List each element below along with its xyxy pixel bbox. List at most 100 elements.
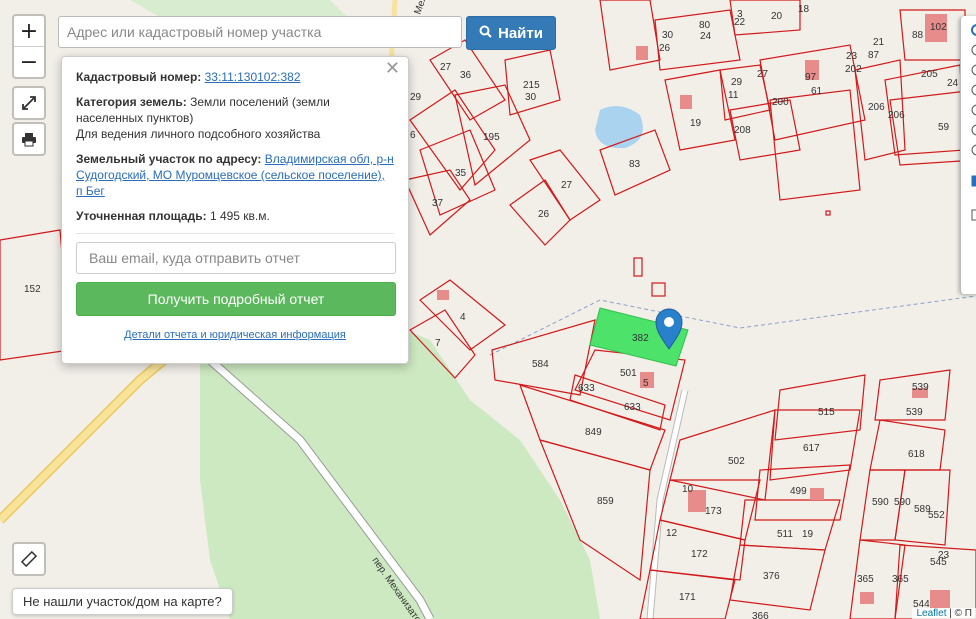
zoom-out-button[interactable]: − [14,46,44,77]
area-label: Уточненная площадь: [76,209,207,223]
zoom-control: + − [12,14,46,79]
close-icon[interactable]: ✕ [385,60,400,78]
search-button[interactable]: Найти [466,16,556,50]
parcel-number-label: 376 [763,571,780,582]
parcel-number-label: 26 [538,209,550,220]
divider [76,233,394,234]
parcel-number-label: 202 [845,64,862,75]
building [810,488,824,500]
parcel-number-label: 200 [772,97,789,108]
parcel-number-label: 19 [802,529,814,540]
parcel-number-label: 584 [532,359,549,370]
parcel-number-label: 365 [857,574,874,585]
attribution-rest: | © П [949,608,972,619]
parcel-number-label: 24 [700,31,712,42]
print-control [12,122,46,156]
category-label: Категория земель: [76,95,187,109]
cadastral-link[interactable]: 33:11:130102:382 [205,70,301,84]
layer-checkbox [971,209,976,221]
map-attribution: Leaflet | © П [912,608,976,619]
parcel-number-label: 195 [483,132,500,143]
parcel-number-label: 171 [679,592,696,603]
pond [595,106,643,149]
zoom-in-button[interactable]: + [14,16,44,46]
parcel-number-label: 365 [892,574,909,585]
parcel-number-label: 6 [410,130,416,141]
ruler-icon[interactable] [14,544,44,574]
parcel-number-label: 499 [790,486,807,497]
parcel-number-label: 173 [705,506,722,517]
parcel-number-label: 152 [24,284,41,295]
parcel-number-label: 30 [662,30,674,41]
parcel-number-label: 19 [690,118,702,129]
parcel-number-label: 87 [868,50,880,61]
email-field[interactable] [76,242,396,274]
parcel-number-label: 11 [728,90,739,101]
leaflet-link[interactable]: Leaflet [916,608,946,619]
parcel-number-label: 208 [734,125,751,136]
parcel-number-label: 26 [659,43,671,54]
parcel-number-label: 4 [460,312,466,323]
building [860,592,874,604]
layer-radio [971,144,976,156]
parcel-number-label: 539 [912,382,929,393]
search-input[interactable] [58,16,462,48]
area-value: 1 495 кв.м. [209,209,270,223]
parcel-info-popup: ✕ Кадастровый номер: 33:11:130102:382 Ка… [61,56,409,364]
parcel-number-label: 859 [597,496,614,507]
layer-radio [971,64,976,76]
area-row: Уточненная площадь: 1 495 кв.м. [76,208,394,224]
parcel-number-label: 590 [872,497,889,508]
parcel-number-label: 18 [798,4,810,15]
parcel-number-label: 21 [873,37,885,48]
parcel-number-label: 35 [455,168,467,179]
not-found-button[interactable]: Не нашли участок/дом на карте? [12,588,233,615]
address-label: Земельный участок по адресу: [76,152,262,166]
parcel-number-label: 539 [906,407,923,418]
parcel-number-label: 849 [585,427,602,438]
parcel-number-label: 83 [629,159,641,170]
usage-value: Для ведения личного подсобного хозяйства [76,127,321,141]
parcel-number-label: 10 [682,484,694,495]
parcel-number-label: 36 [460,70,472,81]
parcel-number-label: 27 [757,69,769,80]
parcel-number-label: 102 [930,22,947,33]
parcel-number-label: 23 [938,550,950,561]
ruler-control [12,542,46,576]
parcel-number-label: 20 [771,11,783,22]
parcel-number-label: 27 [440,62,452,73]
building [680,95,692,109]
parcel-number-label: 23 [846,51,858,62]
layer-checkbox [971,175,976,187]
parcel-number-label: 205 [921,69,938,80]
layer-radio [971,104,976,116]
get-report-button[interactable]: Получить подробный отчет [76,282,396,316]
parcel-number-label: 7 [435,338,441,349]
layer-radio [971,124,976,136]
parcel-number-label: 30 [525,92,537,103]
parcel-number-label: 511 [777,529,793,540]
address-row: Земельный участок по адресу: Владимирска… [76,151,394,199]
parcel-number-label: 80 [699,20,711,31]
report-details-link[interactable]: Детали отчета и юридическая информация [76,327,394,343]
search-icon [479,25,492,42]
parcel-number-label: 37 [432,198,444,209]
layer-radio [971,44,976,56]
fullscreen-icon[interactable] [14,88,44,118]
building [636,46,648,60]
search-bar: Найти [58,16,556,50]
fullscreen-control [12,86,46,120]
parcel-number-label: 590 [894,497,911,508]
parcel-number-label: 27 [561,180,573,191]
parcel-number-label: 97 [805,72,817,83]
layer-radio [971,24,976,36]
parcel-number-label: 366 [752,611,769,619]
selected-parcel-label: 382 [632,333,649,344]
parcel-number-label: 501 [620,368,637,379]
layer-radio [971,84,976,96]
parcel-number-label: 12 [666,528,678,539]
parcel-number-label: 206 [868,102,885,113]
parcel-number-label: 29 [410,92,422,103]
print-icon[interactable] [14,124,44,154]
parcel-number-label: 633 [624,402,641,413]
